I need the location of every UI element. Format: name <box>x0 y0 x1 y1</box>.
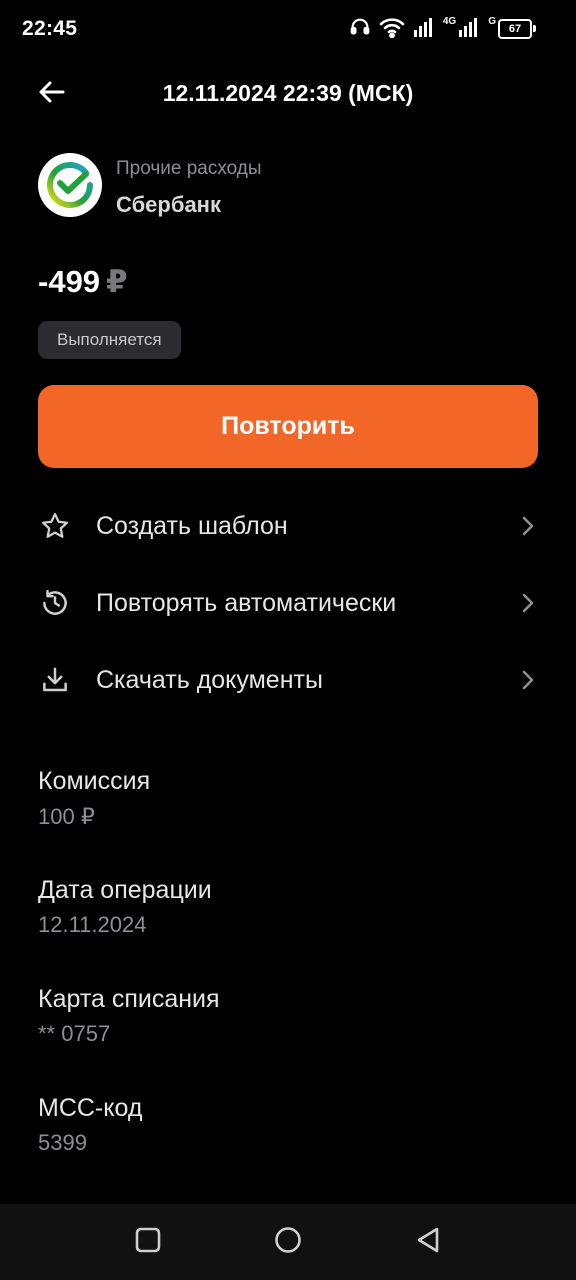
home-icon <box>274 1226 302 1259</box>
status-time: 22:45 <box>22 17 78 40</box>
wifi-icon <box>379 16 405 43</box>
download-documents-label: Скачать документы <box>96 665 323 694</box>
create-template-item[interactable]: Создать шаблон <box>38 496 538 556</box>
operation-date-value: 12.11.2024 <box>38 912 147 937</box>
download-icon <box>40 661 78 699</box>
download-documents-item[interactable]: Скачать документы <box>38 650 538 710</box>
battery-icon: 67 <box>498 19 536 39</box>
chevron-right-icon <box>518 665 538 695</box>
commission-label: Комиссия <box>38 767 151 795</box>
repeat-button[interactable]: Повторить <box>38 385 538 468</box>
home-button[interactable] <box>266 1220 310 1264</box>
star-icon <box>40 507 78 545</box>
operation-category: Прочие расходы <box>116 158 262 179</box>
commission-value: 100 ₽ <box>38 804 95 829</box>
signal-icon <box>458 16 480 43</box>
headset-icon <box>349 16 371 43</box>
back-nav-icon <box>415 1226 441 1259</box>
page-title: 12.11.2024 22:39 (МСК) <box>162 80 414 106</box>
chevron-right-icon <box>518 511 538 541</box>
status-icons: 4G G 67 <box>349 14 536 44</box>
recents-icon <box>135 1227 161 1258</box>
status-badge: Выполняется <box>38 321 181 359</box>
amount-value: -499 <box>38 264 101 299</box>
network-type-label: 4G <box>442 15 457 27</box>
recents-button[interactable] <box>126 1220 170 1264</box>
network-type-label: G <box>488 15 496 27</box>
mcc-code-value: 5399 <box>38 1130 87 1155</box>
create-template-label: Создать шаблон <box>96 511 288 540</box>
signal-icon <box>413 16 435 43</box>
auto-repeat-label: Повторять автоматически <box>96 588 397 617</box>
currency-symbol: ₽ <box>106 264 128 299</box>
debit-card-label: Карта списания <box>38 985 220 1013</box>
auto-repeat-item[interactable]: Повторять автоматически <box>38 573 538 633</box>
merchant-name: Сбербанк <box>116 192 221 217</box>
history-icon <box>40 584 78 622</box>
mcc-code-label: MCC-код <box>38 1094 143 1122</box>
chevron-right-icon <box>518 588 538 618</box>
sberbank-logo <box>38 153 102 217</box>
operation-amount: -499 ₽ <box>38 264 128 300</box>
back-nav-button[interactable] <box>406 1220 450 1264</box>
operation-date-label: Дата операции <box>38 876 212 904</box>
debit-card-value: ** 0757 <box>38 1021 111 1046</box>
